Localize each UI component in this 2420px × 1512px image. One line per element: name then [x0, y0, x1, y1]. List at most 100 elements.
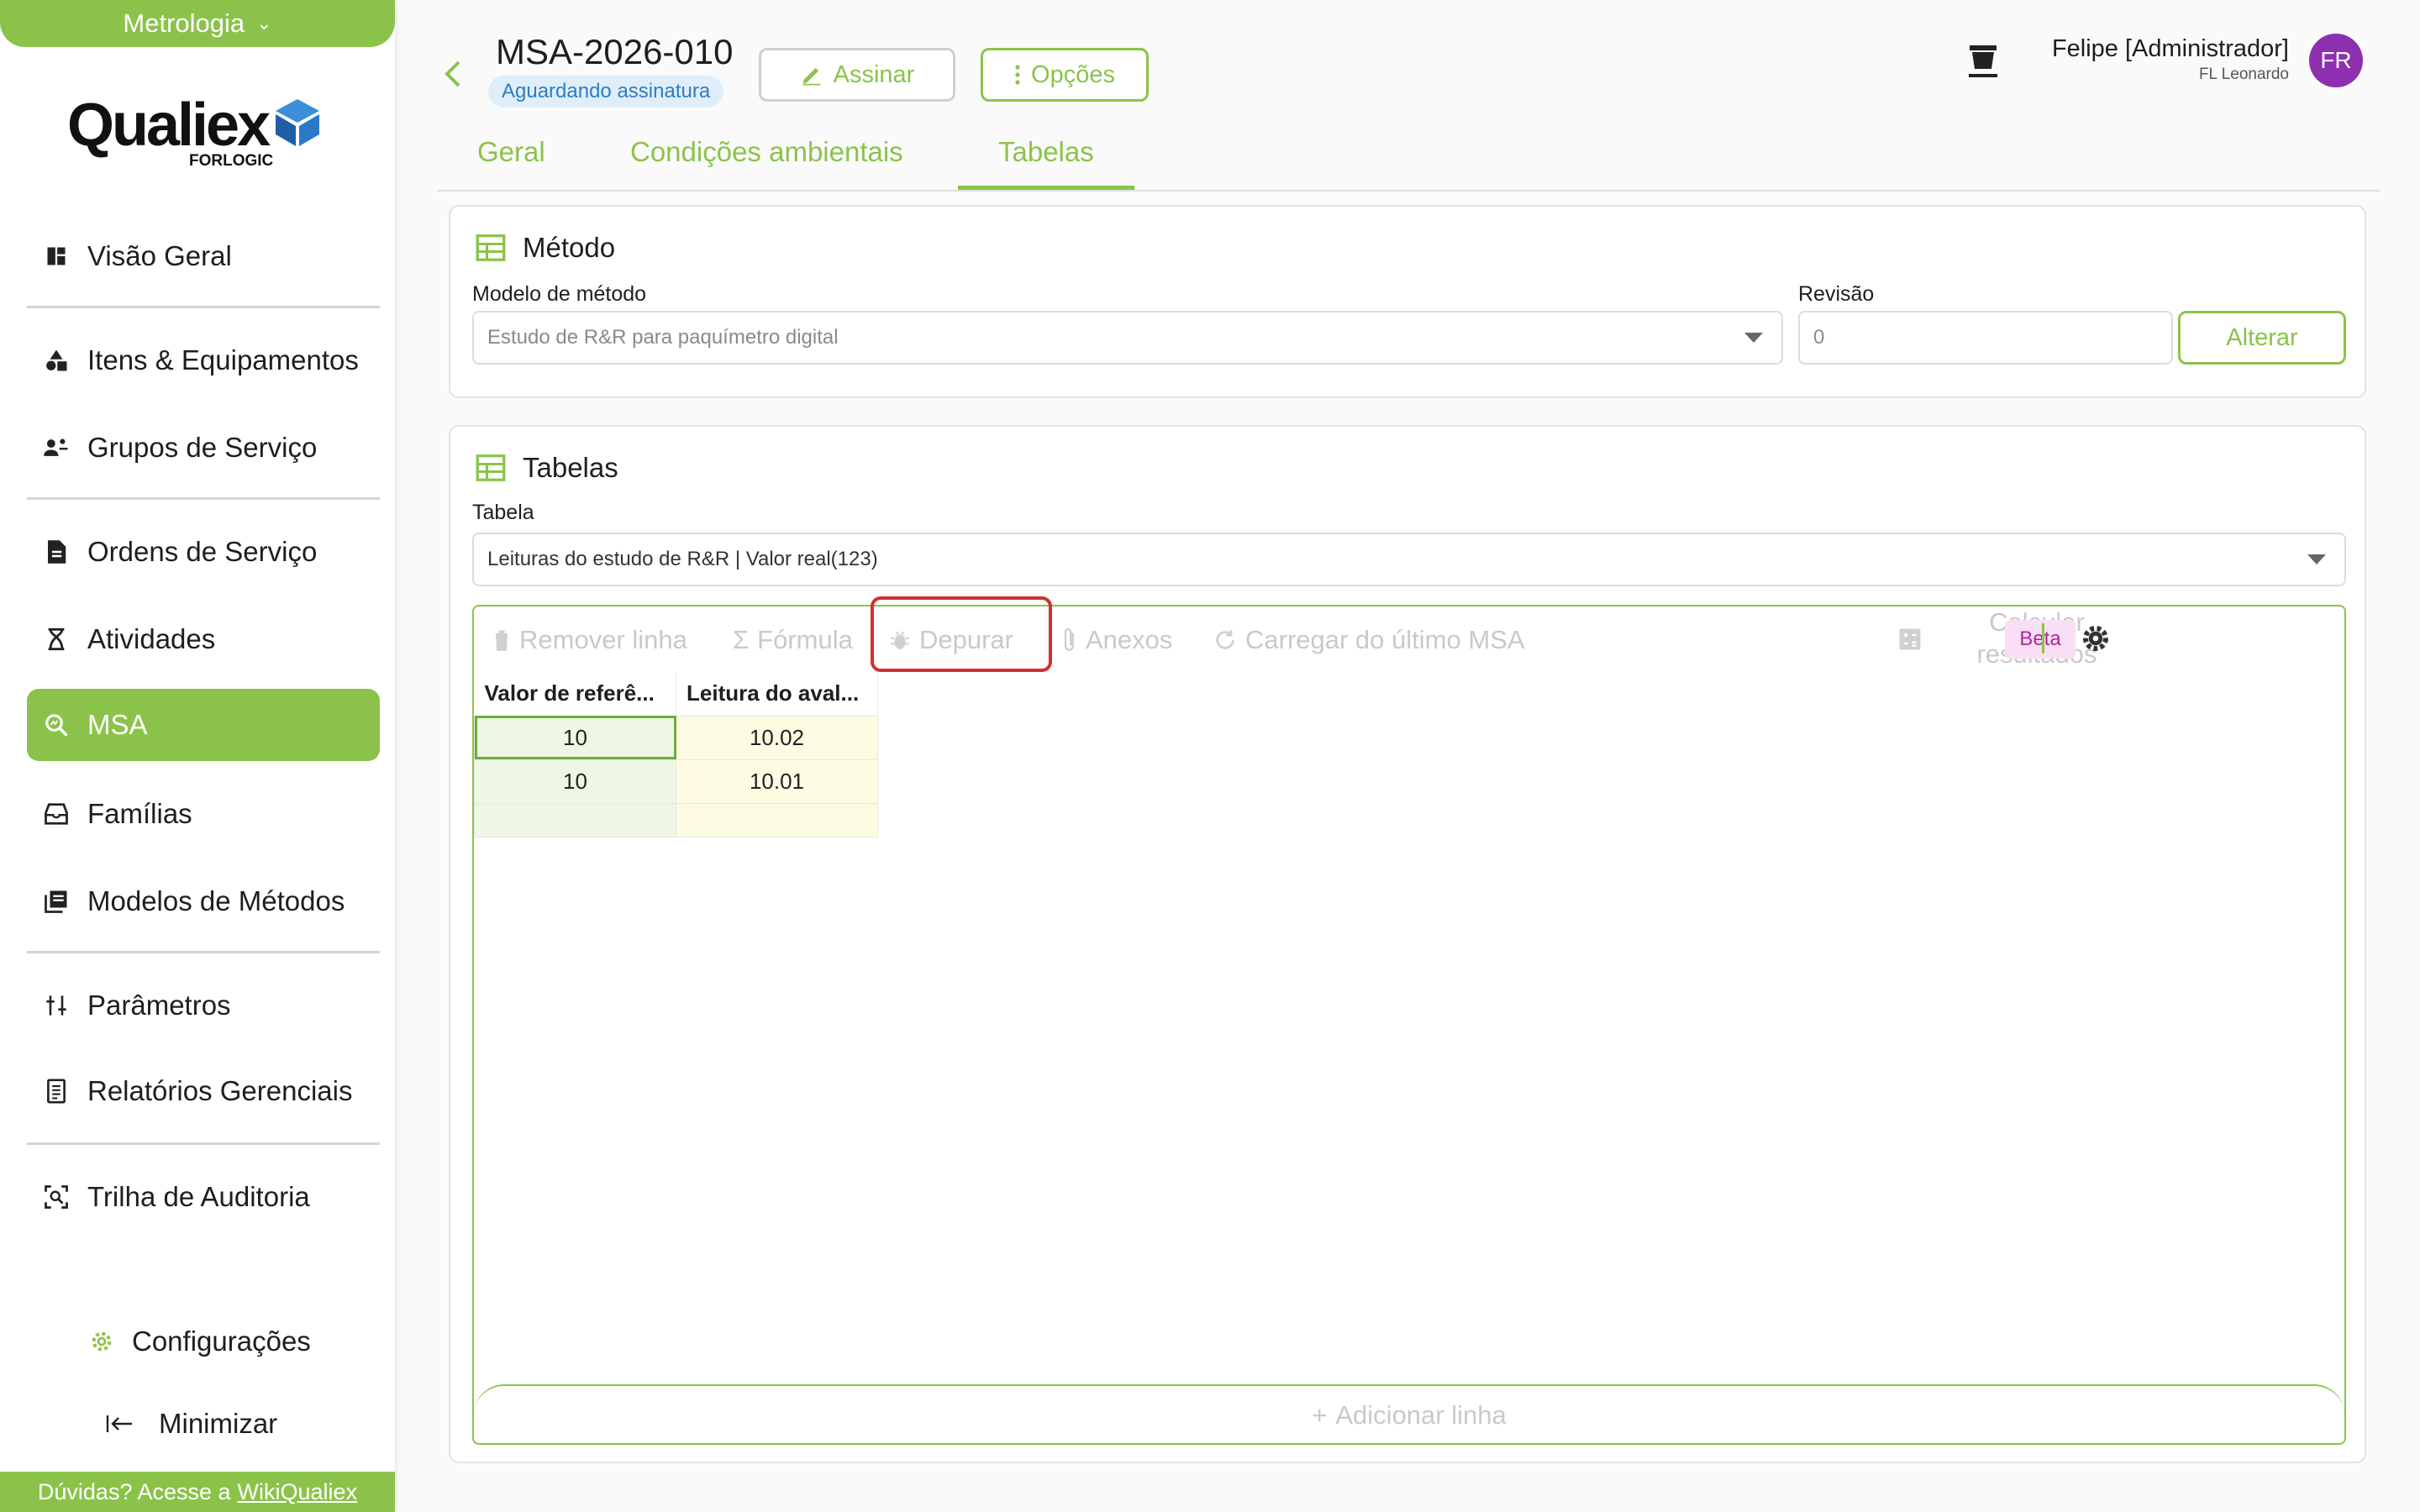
tab-geral[interactable]: Geral — [477, 136, 545, 190]
qualiex-logo: Qualiex FORLOGIC — [67, 91, 328, 171]
sidebar-item-label: Modelos de Métodos — [87, 885, 345, 916]
metodo-title-text: Método — [523, 232, 616, 263]
change-method-button[interactable]: Alterar — [2178, 311, 2346, 365]
model-label: Modelo de método — [472, 282, 647, 306]
settings-link[interactable]: Configurações — [88, 1326, 311, 1357]
formula-button[interactable]: Σ Fórmula — [733, 618, 853, 662]
coffee-cup-icon[interactable] — [1966, 42, 2000, 79]
settings-gear-icon[interactable] — [2081, 623, 2111, 654]
sidebar-item-msa[interactable]: MSA — [27, 689, 380, 761]
table-row-empty — [474, 802, 878, 837]
table-row: 10 10.02 — [474, 715, 878, 760]
model-select[interactable]: Estudo de R&R para paquímetro digital — [472, 311, 1783, 365]
wiki-link[interactable]: WikiQualiex — [238, 1479, 358, 1505]
chevron-down-icon: ⌄ — [256, 13, 272, 34]
drawer-icon — [42, 800, 71, 828]
table-cell[interactable]: 10.01 — [676, 759, 878, 804]
column-header-reading[interactable]: Leitura do aval... — [676, 672, 878, 716]
sidebar-item-atividades[interactable]: Atividades — [27, 603, 380, 675]
sidebar-item-label: Grupos de Serviço — [87, 432, 318, 463]
table-cell[interactable]: 10 — [474, 759, 676, 804]
sliders-icon — [42, 991, 71, 1020]
debug-highlight — [871, 596, 1052, 672]
sidebar-item-relatorios[interactable]: Relatórios Gerenciais — [27, 1055, 380, 1127]
add-row-label: Adicionar linha — [1335, 1400, 1507, 1430]
module-selector[interactable]: Metrologia ⌄ — [0, 0, 395, 47]
minimize-label: Minimizar — [159, 1408, 278, 1439]
table-icon — [476, 454, 506, 481]
table-select[interactable]: Leituras do estudo de R&R | Valor real(1… — [472, 533, 2346, 586]
tab-condicoes-ambientais[interactable]: Condições ambientais — [630, 136, 903, 190]
sidebar-item-modelos-metodos[interactable]: Modelos de Métodos — [27, 865, 380, 937]
settings-label: Configurações — [132, 1326, 311, 1357]
sidebar-item-grupos-servico[interactable]: Grupos de Serviço — [27, 412, 380, 484]
sidebar-item-trilha-auditoria[interactable]: Trilha de Auditoria — [27, 1161, 380, 1233]
table-cell[interactable] — [474, 802, 676, 837]
plus-icon: + — [1312, 1400, 1328, 1430]
document-icon — [42, 538, 71, 566]
shapes-icon — [42, 346, 71, 375]
dashboard-icon — [42, 242, 71, 270]
table-label: Tabela — [472, 501, 534, 524]
sidebar-item-itens-equipamentos[interactable]: Itens & Equipamentos — [27, 324, 380, 396]
tab-tabelas[interactable]: Tabelas — [958, 136, 1134, 190]
audit-icon — [42, 1183, 71, 1211]
minimize-button[interactable]: Minimizar — [105, 1408, 277, 1440]
sidebar-item-label: Atividades — [87, 623, 216, 654]
status-badge: Aguardando assinatura — [488, 76, 724, 108]
revision-field[interactable]: 0 — [1798, 311, 2173, 365]
metodo-title: Método — [476, 232, 615, 264]
signature-icon — [802, 67, 821, 86]
logo-subtext: FORLOGIC — [189, 152, 274, 170]
sidebar-item-label: Parâmetros — [87, 990, 231, 1021]
options-button[interactable]: Opções — [981, 48, 1149, 102]
sign-button[interactable]: Assinar — [759, 48, 955, 102]
collapse-icon — [106, 1415, 132, 1432]
sidebar-item-label: Ordens de Serviço — [87, 536, 318, 567]
attachments-button[interactable]: Anexos — [1062, 618, 1172, 662]
formula-label: Fórmula — [757, 625, 853, 654]
caret-down-icon — [2307, 554, 2326, 564]
attachments-label: Anexos — [1086, 625, 1173, 654]
sidebar-divider — [27, 497, 380, 500]
sidebar-item-familias[interactable]: Famílias — [27, 778, 380, 850]
remove-row-label: Remover linha — [519, 625, 687, 654]
paperclip-icon — [1064, 627, 1074, 651]
calculator-icon[interactable] — [1897, 627, 1923, 652]
revision-label: Revisão — [1798, 282, 1875, 306]
model-value: Estudo de R&R para paquímetro digital — [487, 326, 839, 349]
table-value: Leituras do estudo de R&R | Valor real(1… — [487, 548, 878, 570]
beta-badge: Beta — [2005, 620, 2075, 659]
help-footer: Dúvidas? Acesse a WikiQualiex — [0, 1472, 395, 1512]
library-icon — [42, 887, 71, 916]
group-icon — [42, 433, 71, 462]
report-icon — [42, 1077, 71, 1105]
sidebar-divider — [27, 306, 380, 308]
table-cell[interactable] — [676, 802, 878, 837]
avatar[interactable]: FR — [2309, 34, 2363, 87]
magnify-icon — [42, 711, 71, 739]
module-label: Metrologia — [123, 8, 245, 38]
remove-row-button[interactable]: Remover linha — [492, 618, 687, 662]
help-text: Dúvidas? Acesse a — [37, 1478, 231, 1504]
logo-mark-icon — [276, 99, 319, 146]
sign-label: Assinar — [833, 60, 915, 88]
load-last-msa-button[interactable]: Carregar do último MSA — [1213, 618, 1525, 662]
sidebar-item-label: Visão Geral — [87, 240, 232, 271]
sidebar-item-label: Famílias — [87, 798, 192, 829]
hourglass-icon — [42, 625, 71, 654]
sigma-icon: Σ — [733, 625, 750, 654]
column-header-reference[interactable]: Valor de referê... — [474, 672, 676, 716]
table-cell[interactable]: 10 — [474, 715, 676, 760]
user-org: FL Leonardo — [2198, 66, 2289, 83]
add-row-button[interactable]: + Adicionar linha — [474, 1384, 2344, 1445]
sidebar-item-visao-geral[interactable]: Visão Geral — [27, 220, 380, 292]
sidebar-item-label: Relatórios Gerenciais — [87, 1075, 353, 1106]
back-arrow-icon[interactable] — [440, 57, 466, 91]
gear-icon — [92, 1331, 112, 1352]
caret-down-icon — [1744, 333, 1763, 343]
sidebar-item-parametros[interactable]: Parâmetros — [27, 969, 380, 1042]
metodo-card: Método Modelo de método Estudo de R&R pa… — [449, 205, 2366, 398]
sidebar-item-ordens-servico[interactable]: Ordens de Serviço — [27, 516, 380, 588]
table-cell[interactable]: 10.02 — [676, 715, 878, 760]
